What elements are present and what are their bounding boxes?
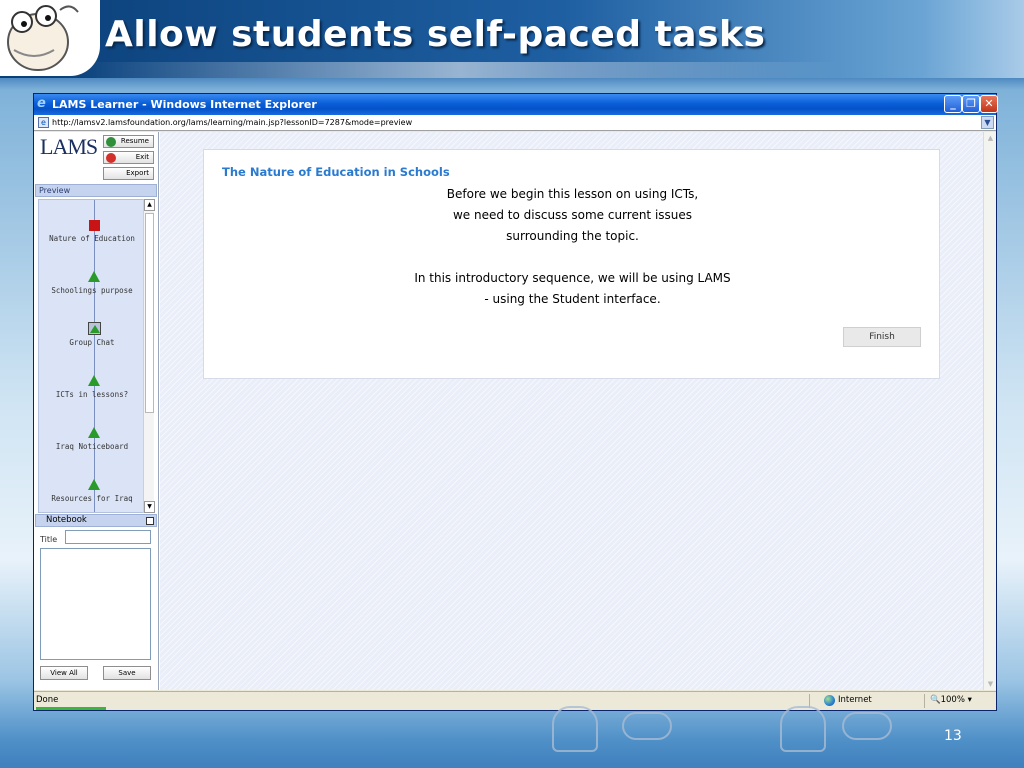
browser-window: e LAMS Learner - Windows Internet Explor… — [33, 93, 998, 711]
decorative-outline-shape — [780, 706, 826, 752]
page-scroll-down-icon[interactable]: ▼ — [985, 678, 996, 690]
export-label: Export — [126, 169, 149, 177]
close-button[interactable]: ✕ — [980, 95, 998, 113]
decorative-outline-shape — [622, 712, 672, 740]
sequence-scrollbar[interactable]: ▲ ▼ — [143, 199, 155, 513]
page-content: LAMS Resume Exit Export Preview Nature o… — [34, 132, 996, 690]
sequence-item-group-chat[interactable]: Group Chat — [39, 338, 145, 347]
sheep-mascot-icon — [0, 0, 100, 76]
scroll-down-icon[interactable]: ▼ — [144, 501, 155, 513]
lams-logo: LAMS — [40, 134, 98, 159]
activity-main-area: The Nature of Education in Schools Befor… — [160, 132, 983, 690]
decorative-outline-shape — [552, 706, 598, 752]
export-button[interactable]: Export — [103, 167, 154, 180]
view-all-button[interactable]: View All — [40, 666, 88, 680]
status-bar: Done Internet 🔍100% ▾ — [34, 691, 996, 710]
sequence-list: Nature of Education Schoolings purpose G… — [38, 199, 146, 513]
status-divider — [924, 694, 925, 708]
restore-button[interactable]: ❐ — [962, 95, 980, 113]
slide-page-number: 13 — [944, 728, 962, 744]
notebook-header[interactable]: Notebook — [35, 514, 157, 527]
sequence-item-schoolings-purpose[interactable]: Schoolings purpose — [39, 286, 145, 295]
activity-line: - using the Student interface. — [484, 292, 661, 306]
activity-body: Before we begin this lesson on using ICT… — [204, 184, 941, 310]
internet-explorer-icon: e — [37, 96, 46, 111]
notebook-entry-textarea[interactable] — [40, 548, 151, 660]
activity-line — [204, 247, 941, 268]
security-zone[interactable]: Internet — [824, 692, 872, 709]
activity-triangle-icon[interactable] — [88, 375, 100, 386]
notebook-toggle-icon[interactable] — [146, 517, 154, 525]
activity-triangle-icon[interactable] — [88, 271, 100, 282]
address-url: http://lamsv2.lamsfoundation.org/lams/le… — [52, 118, 413, 127]
sequence-item-nature-of-education[interactable]: Nature of Education — [39, 234, 145, 243]
activity-line: we need to discuss some current issues — [452, 208, 693, 222]
sequence-item-icts-in-lessons[interactable]: ICTs in lessons? — [39, 390, 145, 399]
activity-line: In this introductory sequence, we will b… — [414, 271, 731, 285]
scroll-thumb[interactable] — [145, 213, 154, 413]
zone-label: Internet — [838, 695, 872, 705]
notebook-label: Notebook — [46, 515, 87, 525]
title-shine-decoration — [80, 62, 840, 78]
sequence-item-iraq-noticeboard[interactable]: Iraq Noticeboard — [39, 442, 145, 451]
finish-button[interactable]: Finish — [843, 327, 921, 347]
notebook-title-label: Title — [40, 535, 58, 544]
lams-left-panel: LAMS Resume Exit Export Preview Nature o… — [34, 132, 159, 690]
activity-line: Before we begin this lesson on using ICT… — [446, 187, 699, 201]
activity-triangle-icon[interactable] — [88, 427, 100, 438]
page-scrollbar[interactable]: ▲ ▼ — [983, 132, 996, 690]
minimize-button[interactable]: _ — [944, 95, 962, 113]
resume-button[interactable]: Resume — [103, 135, 154, 148]
notebook-title-input[interactable] — [65, 530, 151, 544]
globe-icon — [824, 695, 835, 706]
decorative-outline-shape — [842, 712, 892, 740]
zoom-label: 100% — [940, 695, 965, 705]
preview-header: Preview — [35, 184, 157, 197]
resume-icon — [106, 137, 116, 147]
page-icon: e — [38, 117, 49, 128]
resume-label: Resume — [120, 137, 149, 145]
slide-title: Allow students self-paced tasks — [105, 14, 766, 55]
activity-line: surrounding the topic. — [506, 229, 639, 243]
sequence-item-resources-for-iraq[interactable]: Resources for Iraq — [39, 494, 145, 503]
window-titlebar: e LAMS Learner - Windows Internet Explor… — [34, 94, 998, 115]
scroll-up-icon[interactable]: ▲ — [144, 199, 155, 211]
exit-button[interactable]: Exit — [103, 151, 154, 164]
current-activity-icon[interactable] — [89, 220, 100, 231]
window-title: LAMS Learner - Windows Internet Explorer — [52, 98, 317, 111]
zoom-control[interactable]: 🔍100% ▾ — [930, 692, 972, 709]
exit-icon — [106, 153, 116, 163]
exit-label: Exit — [135, 153, 149, 161]
address-dropdown-icon[interactable]: ▼ — [981, 116, 994, 129]
group-chat-icon[interactable] — [88, 322, 101, 335]
status-progress-bar — [36, 707, 106, 710]
sequence-connector-line — [94, 200, 95, 512]
magnifier-icon: 🔍 — [930, 695, 941, 705]
activity-card: The Nature of Education in Schools Befor… — [203, 149, 940, 379]
save-button[interactable]: Save — [103, 666, 151, 680]
activity-title: The Nature of Education in Schools — [222, 165, 450, 179]
activity-triangle-icon[interactable] — [88, 479, 100, 490]
page-scroll-up-icon[interactable]: ▲ — [985, 132, 996, 144]
address-bar[interactable]: e http://lamsv2.lamsfoundation.org/lams/… — [34, 115, 996, 131]
